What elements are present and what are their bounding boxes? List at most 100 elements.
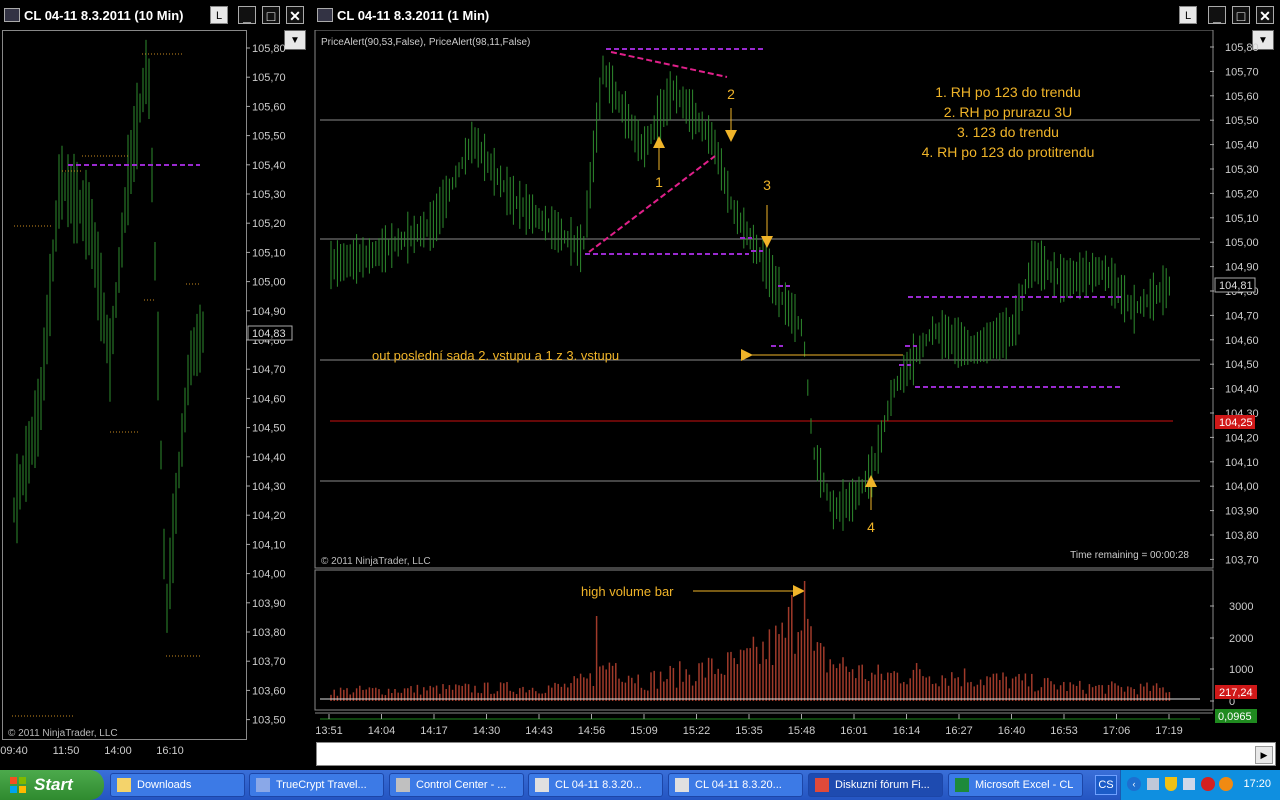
price-tick-label: 105,60 xyxy=(1225,91,1259,103)
strategy-legend-line: 2. RH po prurazu 3U xyxy=(944,104,1072,120)
taskbar-item-label: Control Center - ... xyxy=(416,779,507,791)
left-price-tick-label: 104,20 xyxy=(252,510,286,522)
left-price-tick-label: 105,10 xyxy=(252,247,286,259)
control-center-icon xyxy=(396,778,410,792)
price-tick-label: 105,20 xyxy=(1225,188,1259,200)
note-exit: out poslední sada 2. vstupu a 1 z 3. vst… xyxy=(372,348,619,363)
main-l-button[interactable]: L xyxy=(1179,6,1197,24)
time-tick-label: 17:19 xyxy=(1155,725,1183,737)
time-tick-label: 15:35 xyxy=(735,725,763,737)
tray-expand-icon[interactable]: ‹ xyxy=(1127,777,1141,791)
left-price-tick-label: 105,30 xyxy=(252,189,286,201)
main-title-bar[interactable]: CL 04-11 8.3.2011 (1 Min) L _ □ ✕ xyxy=(313,0,1280,30)
start-button[interactable]: Start xyxy=(0,770,104,800)
main-copyright: © 2011 NinjaTrader, LLC xyxy=(321,556,431,567)
taskbar-item-label: CL 04-11 8.3.20... xyxy=(695,779,782,791)
taskbar-item[interactable]: Control Center - ... xyxy=(389,773,524,797)
volume-tick-label: 1000 xyxy=(1229,664,1253,676)
annotation-marker-3: 3 xyxy=(763,177,771,193)
price-tick-label: 103,70 xyxy=(1225,554,1259,566)
taskbar-item-label: Diskuzní fórum Fi... xyxy=(835,779,930,791)
left-price-tick-label: 105,20 xyxy=(252,218,286,230)
price-tick-label: 104,50 xyxy=(1225,359,1259,371)
time-tick-label: 14:30 xyxy=(473,725,501,737)
main-minimize-button[interactable]: _ xyxy=(1208,6,1226,24)
price-tick-label: 104,20 xyxy=(1225,432,1259,444)
annotation-marker-4: 4 xyxy=(867,519,875,535)
left-close-button[interactable]: ✕ xyxy=(286,6,304,24)
strategy-legend-line: 1. RH po 123 do trendu xyxy=(935,84,1081,100)
left-price-tick-label: 104,30 xyxy=(252,481,286,493)
taskbar-item[interactable]: CL 04-11 8.3.20... xyxy=(528,773,663,797)
time-tick-label: 13:51 xyxy=(315,725,343,737)
left-price-chart[interactable]: 105,80 105,70 105,60 105,50 105,40 105,30 105,… xyxy=(0,30,310,770)
time-tick-label: 14:43 xyxy=(525,725,553,737)
left-current-price-badge: 104,83 xyxy=(247,325,293,341)
left-time-tick-label: 11:50 xyxy=(53,745,80,757)
left-price-tick-label: 104,00 xyxy=(252,569,286,581)
trendline-dash xyxy=(588,155,716,253)
chart-app-icon xyxy=(4,8,20,22)
start-label: Start xyxy=(34,775,73,794)
left-price-tick-label: 105,50 xyxy=(252,131,286,143)
taskbar-item[interactable]: Microsoft Excel - CL xyxy=(948,773,1083,797)
left-title-bar[interactable]: CL 04-11 8.3.2011 (10 Min) L _ □ ✕ xyxy=(0,0,310,30)
left-minimize-button[interactable]: _ xyxy=(238,6,256,24)
time-tick-label: 14:04 xyxy=(368,725,396,737)
update-icon[interactable] xyxy=(1219,777,1233,791)
main-maximize-button[interactable]: □ xyxy=(1232,6,1250,24)
security-shield-icon[interactable] xyxy=(1165,777,1177,791)
price-tick-label: 104,60 xyxy=(1225,335,1259,347)
time-tick-label: 15:48 xyxy=(788,725,816,737)
left-price-tick-label: 105,40 xyxy=(252,160,286,172)
system-tray: CS ‹ 17:20 xyxy=(1095,770,1280,800)
left-l-button[interactable]: L xyxy=(210,6,228,24)
volume-icon[interactable] xyxy=(1183,778,1195,790)
price-tick-label: 105,10 xyxy=(1225,213,1259,225)
left-price-tick-label: 104,90 xyxy=(252,306,286,318)
left-price-tick-label: 103,50 xyxy=(252,715,286,727)
time-remaining: Time remaining = 00:00:28 xyxy=(1070,550,1189,561)
antivirus-icon[interactable] xyxy=(1201,777,1215,791)
scroll-right-arrow[interactable]: ▶ xyxy=(1255,746,1273,764)
taskbar-item[interactable]: Downloads xyxy=(110,773,245,797)
price-tick-label: 105,30 xyxy=(1225,164,1259,176)
arrow-right-icon xyxy=(793,585,805,597)
price-tick-label: 103,80 xyxy=(1225,530,1259,542)
folder-icon xyxy=(117,778,131,792)
annotation-marker-1: 1 xyxy=(655,174,663,190)
taskbar-item[interactable]: TrueCrypt Travel... xyxy=(249,773,384,797)
ninjatrader-icon xyxy=(675,778,689,792)
time-tick-label: 16:53 xyxy=(1050,725,1078,737)
windows-flag-icon xyxy=(10,777,26,793)
volume-value-label: 217,24 xyxy=(1219,687,1253,699)
indicator-label: PriceAlert(90,53,False), PriceAlert(98,1… xyxy=(321,37,530,48)
excel-icon xyxy=(955,778,969,792)
taskbar-item-label: TrueCrypt Travel... xyxy=(276,779,367,791)
left-maximize-button[interactable]: □ xyxy=(262,6,280,24)
left-price-tick-label: 105,80 xyxy=(252,43,286,55)
left-price-tick-label: 105,60 xyxy=(252,101,286,113)
truecrypt-icon xyxy=(256,778,270,792)
price-tick-label: 104,40 xyxy=(1225,384,1259,396)
left-price-tick-label: 104,60 xyxy=(252,393,286,405)
left-time-tick-label: 09:40 xyxy=(0,745,28,757)
price-tick-label: 104,00 xyxy=(1225,481,1259,493)
left-chart-window: CL 04-11 8.3.2011 (10 Min) L _ □ ✕ ▼ 105… xyxy=(0,0,310,770)
language-indicator[interactable]: CS xyxy=(1095,775,1117,795)
time-tick-label: 16:01 xyxy=(840,725,868,737)
left-current-price: 104,83 xyxy=(252,328,286,340)
network-icon[interactable] xyxy=(1147,778,1159,790)
chart-app-icon xyxy=(317,8,333,22)
price-tick-label: 105,50 xyxy=(1225,115,1259,127)
time-tick-label: 16:40 xyxy=(998,725,1026,737)
left-price-tick-label: 104,70 xyxy=(252,364,286,376)
main-close-button[interactable]: ✕ xyxy=(1256,6,1274,24)
horizontal-scrollbar[interactable]: ▶ xyxy=(316,742,1276,766)
time-tick-label: 15:09 xyxy=(630,725,658,737)
taskbar-item[interactable]: CL 04-11 8.3.20... xyxy=(668,773,803,797)
main-price-chart[interactable]: PriceAlert(90,53,False), PriceAlert(98,1… xyxy=(313,30,1280,742)
volume-tick-label: 3000 xyxy=(1229,601,1253,613)
left-price-tick-label: 104,10 xyxy=(252,539,286,551)
taskbar-item[interactable]: Diskuzní fórum Fi... xyxy=(808,773,943,797)
